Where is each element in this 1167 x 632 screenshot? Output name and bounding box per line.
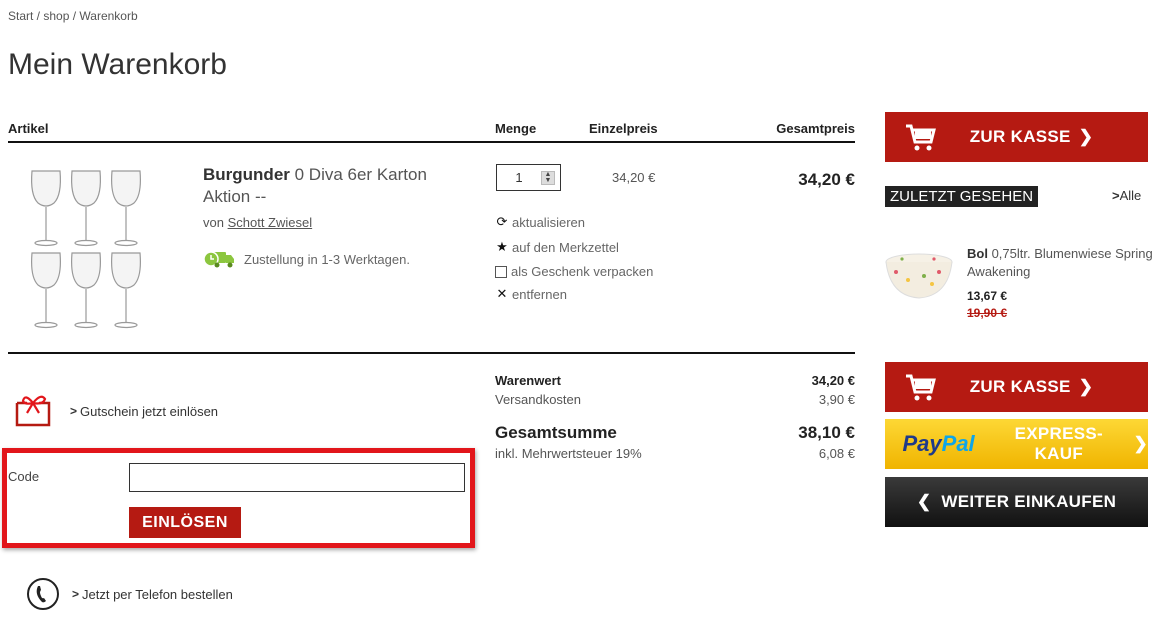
gift-wrap-checkbox[interactable] — [495, 265, 507, 278]
quantity-spin-icon[interactable]: ▲ ▼ — [541, 170, 555, 185]
recent-item-name-rest: 0,75ltr. Blumenwiese Spring Awakening — [967, 246, 1153, 279]
all-recent-link[interactable]: >Alle — [1112, 188, 1141, 203]
shipping-label: Versandkosten — [495, 392, 582, 407]
phone-order-label: Jetzt per Telefon bestellen — [82, 586, 233, 602]
recent-item-old-price: 19,90 € — [967, 306, 1008, 320]
update-label: aktualisieren — [512, 214, 585, 230]
delivery-truck-icon — [203, 251, 234, 268]
all-link-label: Alle — [1119, 188, 1142, 203]
chevron-right-icon: ❯ — [1133, 434, 1148, 453]
header-quantity: Menge — [495, 121, 537, 136]
header-total-price: Gesamtpreis — [776, 121, 855, 136]
checkout-button-top[interactable]: ZUR KASSE ❯ — [885, 112, 1148, 162]
continue-shopping-button[interactable]: ❮ WEITER EINKAUFEN — [885, 477, 1148, 527]
delivery-info: Zustellung in 1-3 Werktagen. — [203, 248, 410, 270]
close-icon: ✕ — [496, 286, 508, 301]
chevron-left-icon: ❮ — [916, 492, 932, 511]
vat-label: inkl. Mehrwertsteuer 19% — [495, 446, 642, 461]
remove-label: entfernen — [512, 286, 567, 302]
code-label: Code — [8, 469, 40, 484]
update-link[interactable]: ⟳ aktualisieren — [495, 214, 585, 230]
phone-icon — [27, 578, 59, 610]
quantity-value[interactable]: 1 — [497, 170, 541, 185]
paypal-logo-pay: Pay — [902, 431, 942, 456]
shipping-value: 3,90 € — [818, 392, 855, 407]
goods-value: 34,20 € — [811, 373, 855, 388]
chevron-right-icon: > — [70, 404, 78, 418]
gift-wrap-label: als Geschenk verpacken — [511, 264, 654, 279]
brand-link[interactable]: Schott Zwiesel — [228, 215, 313, 230]
breadcrumb-current: Warenkorb — [79, 9, 138, 23]
grand-total-value: 38,10 € — [798, 423, 855, 442]
brand-prefix: von — [203, 215, 224, 230]
redeem-button[interactable]: EINLÖSEN — [129, 507, 241, 538]
page-title: Mein Warenkorb — [8, 48, 227, 81]
delivery-text: Zustellung in 1-3 Werktagen. — [244, 251, 410, 267]
product-name-bold: Burgunder — [203, 165, 290, 184]
gift-wrap-option[interactable]: als Geschenk verpacken — [495, 264, 653, 279]
grand-total-label: Gesamtsumme — [495, 423, 617, 442]
voucher-link[interactable]: > Gutschein jetzt einlösen — [14, 393, 218, 429]
phone-order-link[interactable]: > Jetzt per Telefon bestellen — [26, 577, 233, 611]
paypal-logo-pal: Pal — [941, 431, 975, 456]
paypal-express-button[interactable]: PayPal EXPRESS-KAUF ❯ — [885, 419, 1148, 469]
breadcrumb-shop[interactable]: shop — [43, 9, 69, 23]
voucher-code-input[interactable] — [129, 463, 465, 492]
checkout-label: ZUR KASSE — [969, 127, 1071, 146]
remove-link[interactable]: ✕ entfernen — [495, 286, 567, 302]
product-title[interactable]: Burgunder 0 Diva 6er Karton Aktion -- — [203, 164, 473, 208]
cart-icon — [885, 372, 955, 402]
cart-icon — [885, 122, 955, 152]
paypal-logo: PayPal — [885, 431, 992, 457]
gift-icon — [15, 395, 51, 427]
header-article: Artikel — [8, 121, 49, 136]
line-total: 34,20 € — [798, 170, 855, 189]
chevron-right-icon: > — [72, 587, 80, 601]
wishlist-label: auf den Merkzettel — [512, 239, 619, 255]
product-brand: von Schott Zwiesel — [203, 215, 312, 230]
recently-viewed-heading: ZULETZT GESEHEN — [885, 186, 1039, 207]
chevron-right-icon: ❯ — [1078, 377, 1094, 396]
goods-value-label: Warenwert — [495, 373, 561, 388]
breadcrumb: Start / shop / Warenkorb — [8, 9, 138, 23]
recent-item-name[interactable]: Bol 0,75ltr. Blumenwiese Spring Awakenin… — [967, 245, 1157, 281]
checkout-button-bottom[interactable]: ZUR KASSE ❯ — [885, 362, 1148, 412]
recent-item-name-bold: Bol — [967, 246, 988, 261]
header-divider — [8, 141, 855, 143]
quantity-stepper[interactable]: 1 ▲ ▼ — [496, 164, 561, 191]
chevron-right-icon: > — [1112, 188, 1120, 203]
recent-item-image[interactable] — [884, 250, 954, 302]
wishlist-link[interactable]: ★ auf den Merkzettel — [495, 239, 619, 255]
chevron-right-icon: ❯ — [1078, 127, 1094, 146]
recent-item-price: 13,67 € — [967, 289, 1008, 303]
voucher-link-label: Gutschein jetzt einlösen — [80, 403, 219, 419]
vat-value: 6,08 € — [818, 446, 855, 461]
header-unit-price: Einzelpreis — [589, 121, 658, 136]
refresh-icon: ⟳ — [496, 214, 508, 229]
star-icon: ★ — [496, 239, 508, 254]
checkout-label: ZUR KASSE — [969, 377, 1071, 396]
unit-price: 34,20 € — [612, 170, 656, 185]
continue-shopping-label: WEITER EINKAUFEN — [941, 492, 1117, 511]
breadcrumb-start[interactable]: Start — [8, 9, 33, 23]
product-image[interactable] — [28, 165, 156, 335]
item-divider — [8, 352, 855, 354]
paypal-express-label: EXPRESS-KAUF — [1014, 424, 1103, 463]
